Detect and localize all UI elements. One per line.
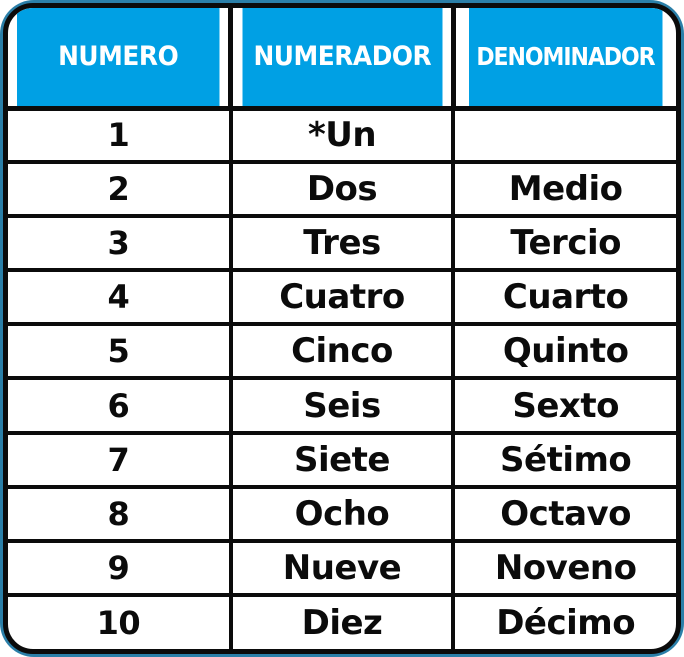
fraction-names-table: NUMERO NUMERADOR DENOMINADOR 1 *Un 2 Dos… — [8, 8, 676, 649]
table-row: 6 Seis Sexto — [8, 378, 676, 435]
cell-numero: 6 — [8, 378, 233, 435]
cell-numero: 1 — [8, 108, 233, 165]
table-row: 4 Cuatro Cuarto — [8, 270, 676, 327]
table-row: 9 Nueve Noveno — [8, 540, 676, 597]
fraction-names-card: NUMERO NUMERADOR DENOMINADOR 1 *Un 2 Dos… — [3, 3, 681, 654]
cell-denominador: Noveno — [453, 540, 676, 597]
cell-denominador: Medio — [453, 162, 676, 219]
cell-numerador: Ocho — [230, 486, 456, 543]
cell-numero: 3 — [8, 216, 233, 273]
table-body: 1 *Un 2 Dos Medio 3 Tres Tercio 4 Cuatro… — [8, 108, 676, 649]
cell-numerador: Diez — [230, 594, 456, 649]
table-row: 5 Cinco Quinto — [8, 324, 676, 381]
cell-numerador: Dos — [230, 162, 456, 219]
column-header-numero: NUMERO — [16, 8, 225, 111]
cell-numero: 10 — [8, 594, 233, 649]
cell-denominador: Décimo — [496, 602, 636, 643]
cell-denominador: Tercio — [453, 216, 676, 273]
table-row: 8 Ocho Octavo — [8, 486, 676, 543]
cell-denominador: Octavo — [453, 486, 676, 543]
cell-denominador: Sétimo — [453, 432, 676, 489]
cell-denominador: Cuarto — [453, 270, 676, 327]
cell-numerador: Cinco — [230, 324, 456, 381]
table-header: NUMERO NUMERADOR DENOMINADOR — [8, 8, 676, 111]
cell-numero: 8 — [8, 486, 233, 543]
table-row: 7 Siete Sétimo — [8, 432, 676, 489]
cell-numerador: Siete — [230, 432, 456, 489]
header-row: NUMERO NUMERADOR DENOMINADOR — [8, 8, 676, 111]
column-header-denominador: DENOMINADOR — [466, 8, 663, 111]
table-row: 10 Diez Décimo — [8, 594, 676, 649]
cell-numerador: Seis — [230, 378, 456, 435]
cell-numerador: Tres — [230, 216, 456, 273]
cell-numerador: Cuatro — [230, 270, 456, 327]
cell-numerador: *Un — [230, 108, 456, 165]
cell-denominador: Sexto — [453, 378, 676, 435]
cell-numero: 2 — [8, 162, 233, 219]
table-row: 3 Tres Tercio — [8, 216, 676, 273]
table-row: 2 Dos Medio — [8, 162, 676, 219]
column-header-numerador: NUMERADOR — [239, 8, 447, 111]
cell-numero: 9 — [8, 540, 233, 597]
cell-denominador — [453, 108, 676, 165]
cell-numero: 7 — [8, 432, 233, 489]
table-row: 1 *Un — [8, 108, 676, 165]
cell-numero: 5 — [8, 324, 233, 381]
cell-numero: 4 — [8, 270, 233, 327]
cell-denominador: Quinto — [453, 324, 676, 381]
cell-numerador: Nueve — [230, 540, 456, 597]
